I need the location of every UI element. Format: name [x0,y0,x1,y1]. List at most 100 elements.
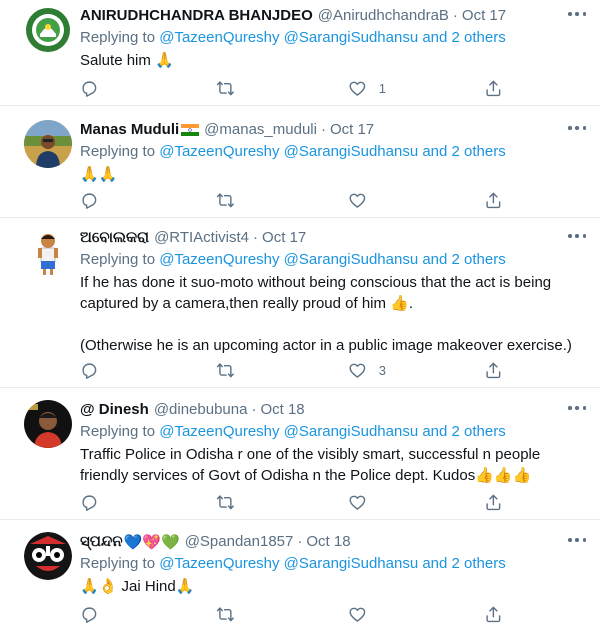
tweet-text-line: If he has done it suo-moto without being… [80,274,552,291]
heart-icon [349,495,366,510]
like-button[interactable]: 3 [348,360,386,380]
tweet-rti-activist[interactable]: ଅବୋଲକରା @RTIActivist4 · Oct 17 Replying … [0,218,600,388]
replying-to-link[interactable]: @TazeenQureshy @SarangiSudhansu and 2 ot… [159,251,506,268]
user-handle[interactable]: @Spandan1857 [185,532,294,552]
tweet-anirudhchandra[interactable]: ANIRUDHCHANDRA BHANJDEO @AnirudhchandraB… [0,0,600,106]
tweet-header: @ Dinesh @dinebubuna · Oct 18 [80,400,580,420]
tweet-date[interactable]: Oct 18 [260,400,304,420]
heart-icon [349,193,366,208]
share-icon [486,606,501,622]
more-options-icon[interactable] [568,230,586,242]
display-name[interactable]: @ Dinesh [80,400,149,420]
tweet-text: 🙏🙏 [80,164,580,185]
share-button[interactable] [484,190,503,210]
reply-button[interactable] [80,78,111,98]
like-count: 1 [378,80,386,96]
reply-button[interactable] [80,190,111,210]
tweet-text: Salute him 🙏 [80,50,580,71]
share-button[interactable] [484,604,503,624]
tweet-date[interactable]: Oct 18 [306,532,350,552]
avatar[interactable] [24,228,72,276]
display-name[interactable]: ଅବୋଲକରା [80,228,149,248]
reply-icon [82,495,97,511]
avatar[interactable] [24,400,72,448]
replying-to-link[interactable]: @TazeenQureshy @SarangiSudhansu and 2 ot… [159,423,506,440]
tweet-spandan[interactable]: ସ୍ପନ୍ଦନ 💙💖💚 @Spandan1857 · Oct 18 Replyi… [0,520,600,630]
retweet-icon [216,193,234,207]
tweet-header: ଅବୋଲକରା @RTIActivist4 · Oct 17 [80,228,580,248]
avatar[interactable] [24,120,72,168]
tweet-date[interactable]: Oct 17 [262,228,306,248]
more-options-icon[interactable] [568,402,586,414]
more-options-icon[interactable] [568,122,586,134]
replying-to: Replying to @TazeenQureshy @SarangiSudha… [80,250,580,270]
replying-to-label: Replying to [80,29,156,46]
heart-icon [349,81,366,96]
user-handle[interactable]: @RTIActivist4 [154,228,249,248]
reply-icon [82,607,97,623]
retweet-button[interactable] [216,492,247,512]
share-icon [486,80,501,96]
tweet-text-line: captured by a camera,then really proud o… [80,295,414,312]
more-options-icon[interactable] [568,8,586,20]
share-icon [486,192,501,208]
tweet-text: 🙏👌 Jai Hind🙏 [80,576,580,597]
tweet-text: Traffic Police in Odisha r one of the vi… [80,444,580,486]
retweet-icon [216,495,234,509]
retweet-button[interactable] [216,604,247,624]
separator-dot: · [452,7,458,24]
like-button[interactable]: 1 [348,78,386,98]
separator-dot: · [251,401,257,418]
tweet-actions [80,492,503,512]
user-handle[interactable]: @AnirudhchandraB [318,6,449,26]
tweet-text-line: 🙏👌 Jai Hind🙏 [80,578,195,595]
tweet-header: ସ୍ପନ୍ଦନ 💙💖💚 @Spandan1857 · Oct 18 [80,532,580,552]
tweet-text-line: (Otherwise he is an upcoming actor in a … [80,337,572,354]
replying-to-link[interactable]: @TazeenQureshy @SarangiSudhansu and 2 ot… [159,143,506,160]
tweet-manas-muduli[interactable]: Manas Muduli @manas_muduli · Oct 17 Repl… [0,106,600,218]
display-name[interactable]: Manas Muduli [80,120,179,140]
tweet-actions: 3 [80,360,503,380]
more-options-icon[interactable] [568,534,586,546]
display-name[interactable]: ANIRUDHCHANDRA BHANJDEO [80,6,313,26]
like-button[interactable] [348,604,379,624]
like-button[interactable] [348,190,379,210]
like-button[interactable] [348,492,379,512]
retweet-button[interactable] [216,78,247,98]
replying-to: Replying to @TazeenQureshy @SarangiSudha… [80,28,580,48]
user-handle[interactable]: @dinebubuna [154,400,248,420]
display-name[interactable]: ସ୍ପନ୍ଦନ [80,532,123,552]
avatar[interactable] [24,532,72,580]
tweet-header: ANIRUDHCHANDRA BHANJDEO @AnirudhchandraB… [80,6,580,26]
tweet-text-line: friendly services of Govt of Odisha n th… [80,467,532,484]
retweet-button[interactable] [216,190,247,210]
reply-icon [82,193,97,209]
tweet-text-blank-line [80,314,580,335]
replying-to: Replying to @TazeenQureshy @SarangiSudha… [80,422,580,442]
share-button[interactable] [484,360,503,380]
tweet-actions: 1 [80,78,503,98]
tweet-date[interactable]: Oct 17 [330,120,374,140]
replying-to-link[interactable]: @TazeenQureshy @SarangiSudhansu and 2 ot… [159,29,506,46]
tweet-text-line: Traffic Police in Odisha r one of the vi… [80,446,541,463]
share-button[interactable] [484,492,503,512]
reply-button[interactable] [80,604,111,624]
reply-button[interactable] [80,360,111,380]
india-flag-icon [181,124,200,136]
tweet-date[interactable]: Oct 17 [462,6,506,26]
tweet-header: Manas Muduli @manas_muduli · Oct 17 [80,120,580,140]
share-icon [486,494,501,510]
reply-button[interactable] [80,492,111,512]
tweet-actions [80,604,503,624]
share-button[interactable] [484,78,503,98]
heart-emoji-badge: 💙💖💚 [123,533,180,551]
tweet-actions [80,190,503,210]
avatar[interactable] [24,6,72,54]
reply-feed: ANIRUDHCHANDRA BHANJDEO @AnirudhchandraB… [0,0,600,630]
tweet-dinesh[interactable]: @ Dinesh @dinebubuna · Oct 18 Replying t… [0,388,600,520]
replying-to-label: Replying to [80,251,156,268]
replying-to-link[interactable]: @TazeenQureshy @SarangiSudhansu and 2 ot… [159,555,506,572]
retweet-button[interactable] [216,360,247,380]
user-handle[interactable]: @manas_muduli [204,120,317,140]
heart-icon [349,607,366,622]
